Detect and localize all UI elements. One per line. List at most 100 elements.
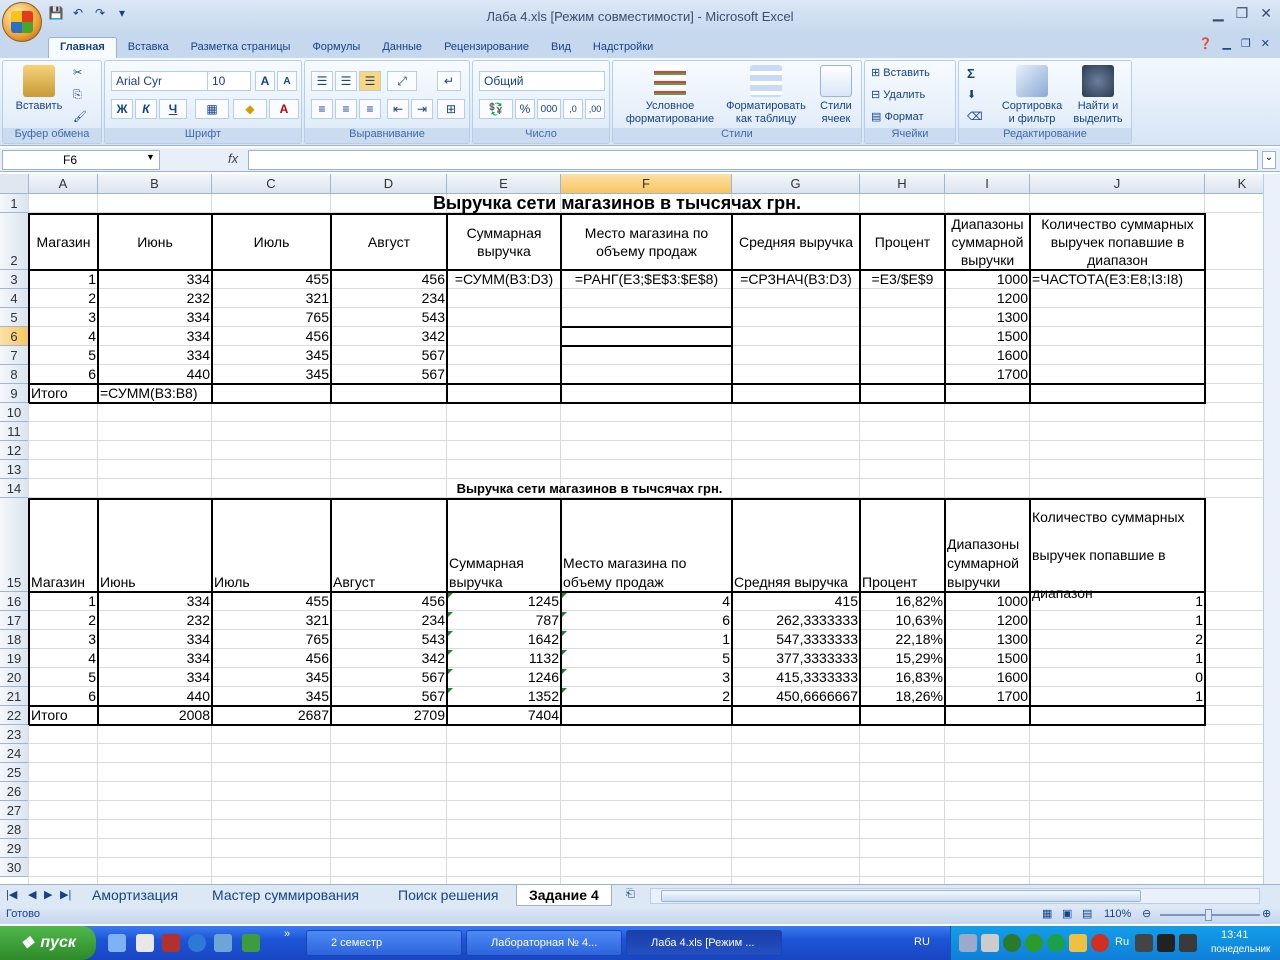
insert-function-icon[interactable]: fx (228, 151, 238, 166)
worksheet-grid[interactable]: A B C D E F G H I J K 1 2 3 4 5 6 7 8 9 10 11 12 13 14 15 16 17 18 19… (0, 174, 1280, 884)
next-sheet-icon[interactable]: ▶ (44, 888, 52, 901)
row-header-15[interactable]: 15 (0, 498, 29, 592)
minimize-icon[interactable]: ▁ (1213, 5, 1224, 22)
tray-icq-icon[interactable] (1025, 934, 1043, 952)
table2-header[interactable]: Июль (212, 498, 331, 592)
table1-header[interactable]: Суммарная выручка (447, 213, 561, 270)
table1-cell[interactable]: 345 (212, 365, 331, 384)
table2-cell[interactable]: 415,3333333 (732, 668, 860, 687)
select-all-corner[interactable] (0, 174, 29, 194)
workbook-minimize-icon[interactable]: ▁ (1222, 37, 1230, 50)
table2-cell[interactable]: 2 (1030, 630, 1205, 649)
tray-media-icon[interactable] (1157, 934, 1175, 952)
table2-cell[interactable]: 16,82% (860, 592, 945, 611)
table2-cell[interactable]: 1132 (447, 649, 561, 668)
table1-cell[interactable]: 1500 (945, 327, 1030, 346)
table1-header[interactable]: Июль (212, 213, 331, 270)
table2-header[interactable]: Средняя выручка (732, 498, 860, 592)
number-format-select[interactable]: Общий (479, 71, 605, 91)
table1-header[interactable]: Август (331, 213, 447, 270)
decrease-decimal-button[interactable]: ,00 (585, 99, 605, 119)
format-cells-button[interactable]: ▤ Формат (871, 111, 924, 124)
row-header-2[interactable]: 2 (0, 213, 29, 270)
row-header-14[interactable]: 14 (0, 479, 29, 498)
fill-icon[interactable]: ⬇ (967, 89, 976, 102)
row-header-10[interactable]: 10 (0, 403, 29, 422)
table2-header[interactable]: Август (331, 498, 447, 592)
table1-header[interactable]: Количество суммарных выручек попавшие в … (1030, 213, 1205, 270)
table1-cell[interactable]: 3 (29, 308, 98, 327)
copy-icon[interactable]: ⎘ (73, 89, 82, 102)
cut-icon[interactable]: ✂ (73, 67, 82, 80)
table2-cell[interactable]: 334 (98, 668, 212, 687)
taskbar-item-word[interactable]: Лабораторная № 4... (466, 930, 622, 956)
table2-cell[interactable]: 1600 (945, 668, 1030, 687)
table1-cell[interactable]: 567 (331, 346, 447, 365)
column-header-h[interactable]: H (860, 174, 945, 194)
find-select-button[interactable]: Найти и выделить (1067, 65, 1129, 126)
table1-cell[interactable]: 1700 (945, 365, 1030, 384)
table2-cell[interactable]: 334 (98, 592, 212, 611)
table1-header[interactable]: Магазин (29, 213, 98, 270)
shrink-font-button[interactable]: A (277, 71, 297, 91)
tray-bluetooth-icon[interactable] (1135, 934, 1153, 952)
tray-skype-icon[interactable] (1003, 934, 1021, 952)
align-top-icon[interactable]: ☰ (311, 71, 333, 91)
table1-cell[interactable]: 5 (29, 346, 98, 365)
table1-cell[interactable]: 1300 (945, 308, 1030, 327)
table2-cell[interactable]: 345 (212, 668, 331, 687)
row-header-7[interactable]: 7 (0, 346, 29, 365)
table2-cell[interactable]: 2 (29, 611, 98, 630)
tab-formulas[interactable]: Формулы (301, 38, 371, 58)
table2-cell[interactable]: 3 (561, 668, 732, 687)
column-header-b[interactable]: B (98, 174, 212, 194)
table2-cell[interactable]: 1642 (447, 630, 561, 649)
underline-button[interactable]: Ч (159, 99, 187, 119)
table2-cell[interactable]: 1000 (945, 592, 1030, 611)
tray-network-icon[interactable] (959, 934, 977, 952)
table2-header[interactable]: Процент (860, 498, 945, 592)
conditional-formatting-button[interactable]: Условное форматирование (617, 65, 723, 126)
table1-cell[interactable]: 334 (98, 327, 212, 346)
table2-header[interactable]: Количество суммарных выручек попавшие в … (1030, 498, 1205, 601)
table1-cell[interactable]: 1000 (945, 270, 1030, 289)
tray-mail-icon[interactable] (1047, 934, 1065, 952)
table1-cell[interactable]: 6 (29, 365, 98, 384)
table1-cell[interactable]: 1600 (945, 346, 1030, 365)
align-bottom-icon[interactable]: ☰ (359, 71, 381, 91)
sheet-tab-sum-wizard[interactable]: Мастер суммирования (200, 885, 371, 906)
row-header-13[interactable]: 13 (0, 460, 29, 479)
row-header-20[interactable]: 20 (0, 668, 29, 687)
table2-cell[interactable]: 342 (331, 649, 447, 668)
table2-title[interactable]: Выручка сети магазинов в тычсячах грн. (447, 479, 732, 498)
table2-cell[interactable]: 234 (331, 611, 447, 630)
formula-input[interactable] (248, 150, 1258, 170)
table2-cell[interactable]: 765 (212, 630, 331, 649)
table2-cell[interactable]: 415 (732, 592, 860, 611)
table1-cell[interactable]: 765 (212, 308, 331, 327)
row-header-3[interactable]: 3 (0, 270, 29, 289)
table2-cell[interactable]: 543 (331, 630, 447, 649)
table1-cell[interactable]: 543 (331, 308, 447, 327)
table2-cell[interactable]: 456 (331, 592, 447, 611)
tab-view[interactable]: Вид (540, 38, 582, 58)
table2-cell[interactable]: 1500 (945, 649, 1030, 668)
decrease-indent-icon[interactable]: ⇤ (387, 99, 409, 119)
close-icon[interactable]: ✕ (1260, 5, 1272, 22)
thousands-button[interactable]: 000 (537, 99, 561, 119)
row-header-29[interactable]: 29 (0, 839, 29, 858)
sheet-tab-solver[interactable]: Поиск решения (386, 885, 510, 906)
table2-cell[interactable]: 377,3333333 (732, 649, 860, 668)
delete-cells-button[interactable]: ⊟ Удалить (871, 89, 925, 102)
table2-cell[interactable]: 232 (98, 611, 212, 630)
table1-header[interactable]: Средняя выручка (732, 213, 860, 270)
tray-wifi-icon[interactable] (1179, 934, 1197, 952)
table1-cell[interactable]: =СРЗНАЧ(B3:D3) (732, 270, 860, 289)
table2-total[interactable]: 7404 (447, 706, 561, 725)
table2-cell[interactable]: 18,26% (860, 687, 945, 706)
table1-cell[interactable]: 1 (29, 270, 98, 289)
align-left-icon[interactable]: ≡ (311, 99, 333, 119)
row-header-21[interactable]: 21 (0, 687, 29, 706)
row-header-26[interactable]: 26 (0, 782, 29, 801)
table1-title[interactable]: Выручка сети магазинов в тычсячах грн. (29, 194, 1205, 213)
